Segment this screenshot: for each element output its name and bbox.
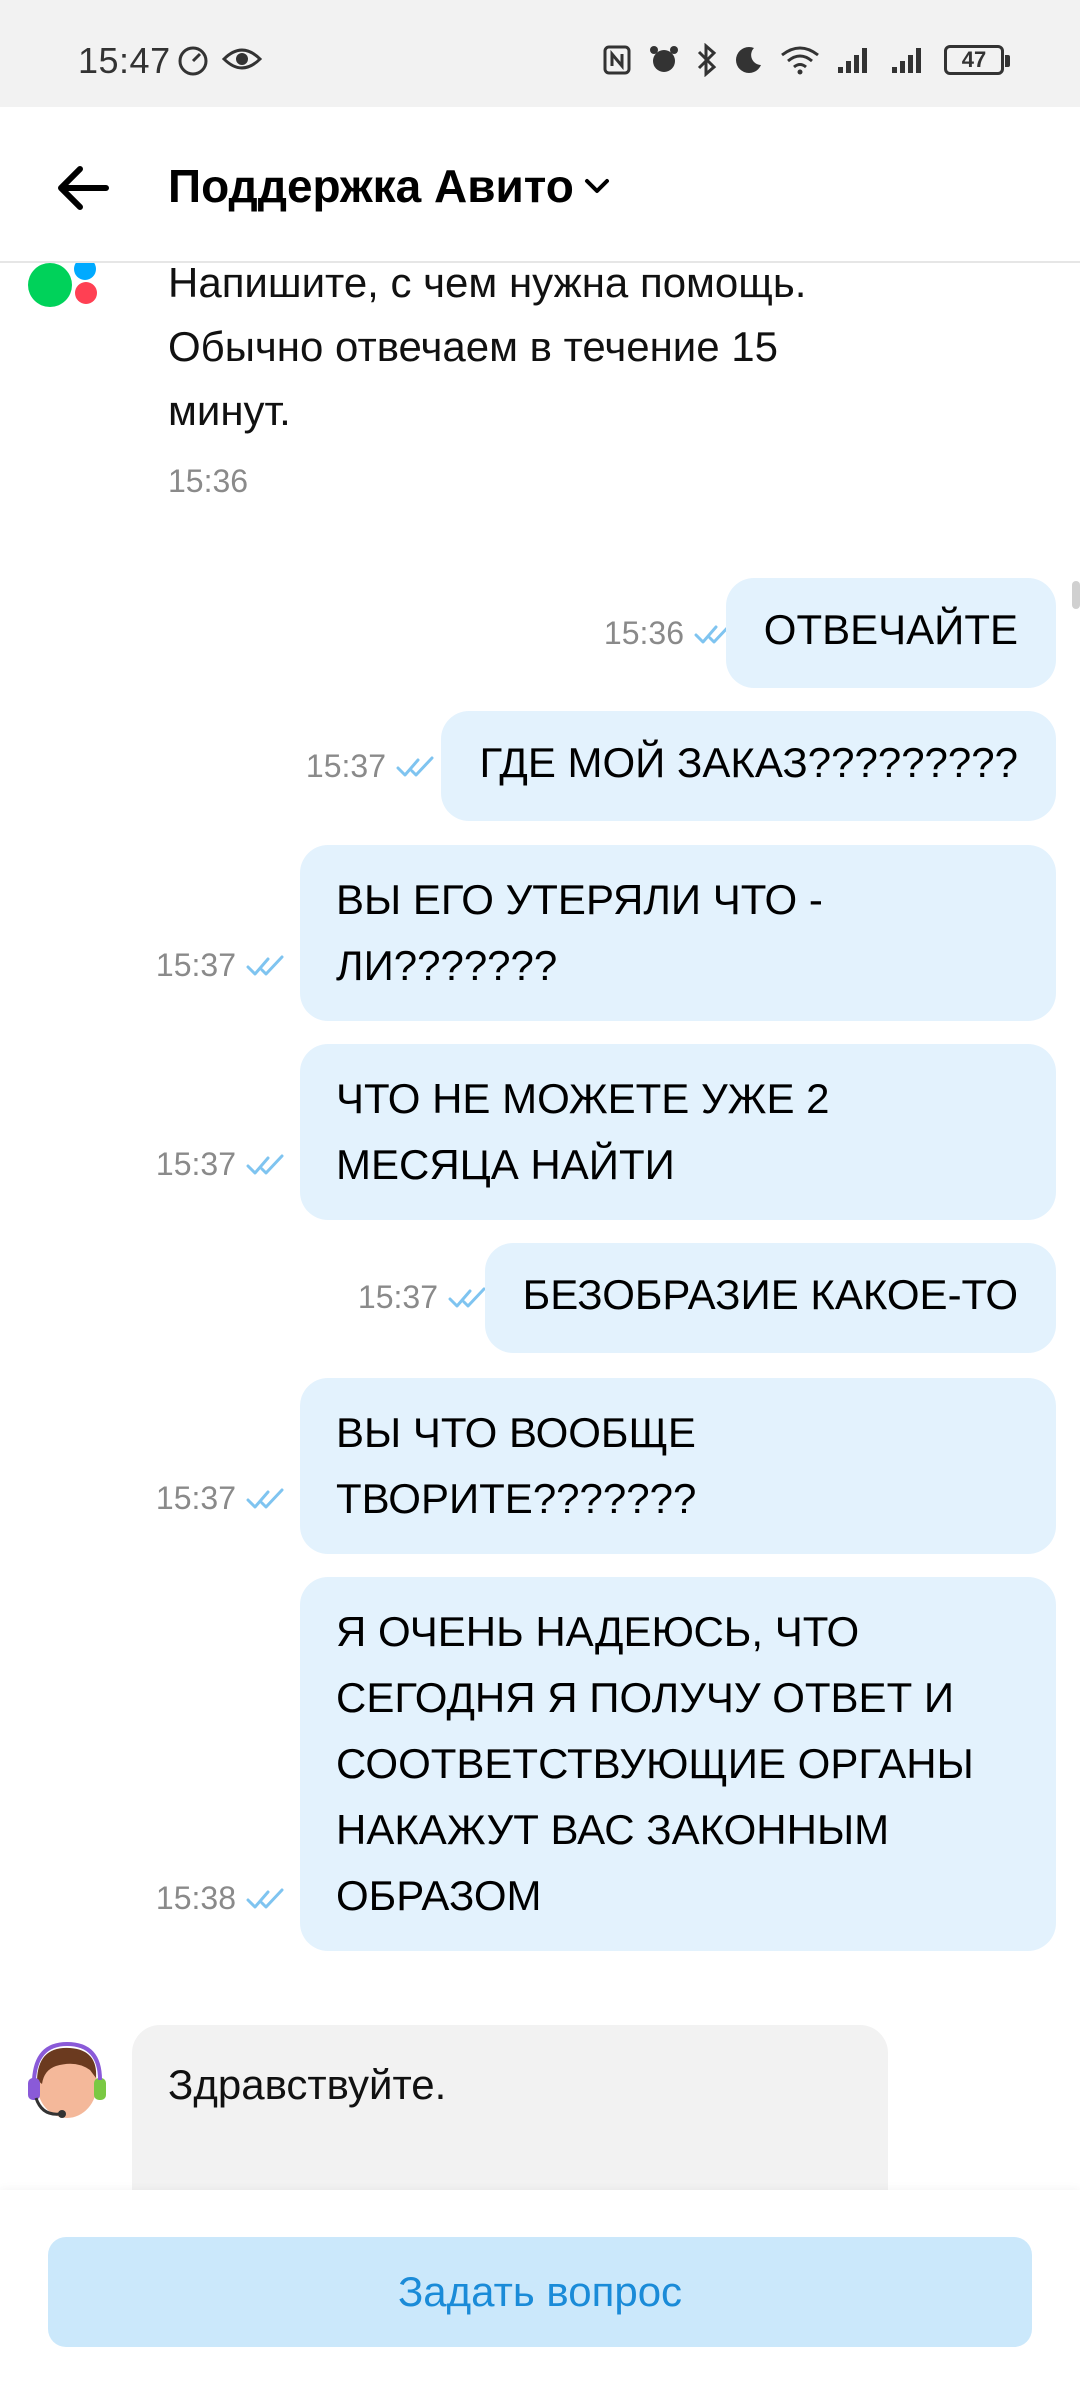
message-meta: 15:37 <box>156 1480 290 1517</box>
double-check-icon <box>246 1888 284 1908</box>
battery-icon: 47 <box>944 45 1010 75</box>
bottom-bar: Задать вопрос <box>0 2190 1080 2388</box>
scrollbar[interactable] <box>1072 581 1080 609</box>
message-bubble[interactable]: ВЫ ЕГО УТЕРЯЛИ ЧТО - ЛИ??????? <box>300 845 1056 1021</box>
message-bubble[interactable]: ЧТО НЕ МОЖЕТЕ УЖЕ 2 МЕСЯЦА НАЙТИ <box>300 1044 1056 1220</box>
bluetooth-icon <box>697 43 717 77</box>
message-meta: 15:37 <box>156 947 290 984</box>
chat-title[interactable]: Поддержка Авито <box>168 159 610 213</box>
double-check-icon <box>246 1154 284 1174</box>
speed-icon <box>178 46 208 76</box>
message-time: 15:37 <box>357 1279 438 1315</box>
status-bar: 15:47 47 <box>0 0 1080 107</box>
message-time: 15:37 <box>305 748 386 784</box>
message-time: 15:36 <box>603 615 684 651</box>
arrow-left-icon[interactable] <box>48 153 118 223</box>
message-meta: 15:38 <box>156 1880 290 1917</box>
moon-icon <box>736 47 761 73</box>
ask-question-button[interactable]: Задать вопрос <box>48 2237 1032 2347</box>
signal-icon <box>838 48 867 73</box>
message-bubble[interactable]: ОТВЕЧАЙТЕ <box>725 578 1056 688</box>
double-check-icon <box>246 955 284 975</box>
double-check-icon <box>396 756 434 776</box>
message-bubble[interactable]: БЕЗОБРАЗИЕ КАКОЕ-ТО <box>484 1243 1056 1353</box>
message-meta: 15:37 <box>156 1146 290 1183</box>
agent-avatar-icon <box>28 2041 106 2118</box>
eye-icon <box>222 48 262 70</box>
message-meta: 15:37 <box>358 1279 492 1316</box>
chat-header: Поддержка Авито <box>0 107 1080 263</box>
message-bubble[interactable]: ГДЕ МОЙ ЗАКАЗ????????? <box>441 711 1056 821</box>
signal-icon <box>892 48 921 73</box>
alarm-icon <box>650 46 678 72</box>
system-message-text: Напишите, с чем нужна помощь. Обычно отв… <box>168 263 807 434</box>
message-time: 15:38 <box>155 1880 236 1916</box>
message-time: 15:37 <box>155 1480 236 1516</box>
chat-area[interactable]: Напишите, с чем нужна помощь. Обычно отв… <box>0 263 1080 2190</box>
status-time: 15:47 <box>78 40 171 81</box>
agent-message-bubble[interactable]: Здравствуйте. <box>132 2025 888 2190</box>
agent-message-text: Здравствуйте. <box>168 2061 447 2108</box>
message-bubble[interactable]: Я ОЧЕНЬ НАДЕЮСЬ, ЧТО СЕГОДНЯ Я ПОЛУЧУ ОТ… <box>300 1577 1056 1951</box>
status-icons: 47 <box>602 40 1010 80</box>
system-message-time: 15:36 <box>168 463 249 499</box>
chevron-down-icon <box>584 179 609 193</box>
wifi-icon <box>781 46 819 75</box>
message-meta: 15:36 <box>604 615 738 652</box>
avito-logo-icon <box>28 263 97 307</box>
message-meta: 15:37 <box>306 748 440 785</box>
double-check-icon <box>246 1488 284 1508</box>
chat-title-text: Поддержка Авито <box>168 160 574 212</box>
message-bubble[interactable]: ВЫ ЧТО ВООБЩЕ ТВОРИТЕ??????? <box>300 1378 1056 1554</box>
message-time: 15:37 <box>155 1146 236 1182</box>
nfc-icon <box>603 45 631 75</box>
message-time: 15:37 <box>155 947 236 983</box>
